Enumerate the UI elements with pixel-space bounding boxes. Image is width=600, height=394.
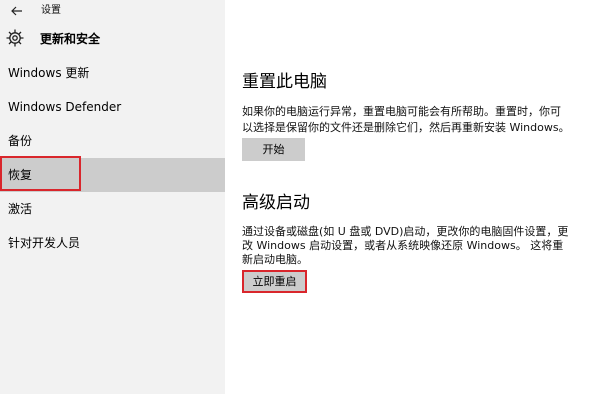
sidebar-item-label: 针对开发人员 (8, 236, 81, 250)
advanced-startup-heading: 高级启动 (242, 193, 310, 213)
gear-icon (5, 28, 25, 48)
reset-start-button[interactable]: 开始 (242, 138, 305, 161)
sidebar-item-for-developers[interactable]: 针对开发人员 (0, 226, 225, 260)
reset-pc-heading: 重置此电脑 (242, 72, 327, 92)
main-content: 重置此电脑 如果你的电脑运行异常，重置电脑可能会有所帮助。重置时，你可 以选择是… (225, 0, 600, 394)
sidebar-item-label: Windows Defender (8, 100, 122, 114)
back-button[interactable] (9, 3, 25, 19)
restart-now-button[interactable]: 立即重启 (242, 270, 307, 293)
recovery-highlight-annotation (0, 156, 81, 191)
advanced-startup-description-line-3: 新启动电脑。 (242, 253, 308, 266)
sidebar-item-windows-update[interactable]: Windows 更新 (0, 56, 225, 90)
sidebar-item-label: 备份 (8, 134, 33, 148)
sidebar-item-label: Windows 更新 (8, 66, 90, 80)
back-arrow-icon (11, 6, 22, 16)
sidebar-item-activation[interactable]: 激活 (0, 192, 225, 226)
sidebar-item-windows-defender[interactable]: Windows Defender (0, 90, 225, 124)
sidebar: 设置 更新和安全 Windows 更新 Windows Defender 备份 … (0, 0, 225, 394)
reset-pc-description-line-2: 以选择是保留你的文件还是删除它们，然后再重新安装 Windows。 (242, 121, 570, 134)
section-title: 更新和安全 (40, 32, 101, 46)
sidebar-item-backup[interactable]: 备份 (0, 124, 225, 158)
sidebar-item-label: 激活 (8, 202, 33, 216)
section-header: 更新和安全 (0, 26, 225, 54)
reset-pc-description-line-1: 如果你的电脑运行异常，重置电脑可能会有所帮助。重置时，你可 (242, 105, 561, 118)
app-title: 设置 (41, 5, 61, 16)
title-bar: 设置 (0, 0, 225, 22)
